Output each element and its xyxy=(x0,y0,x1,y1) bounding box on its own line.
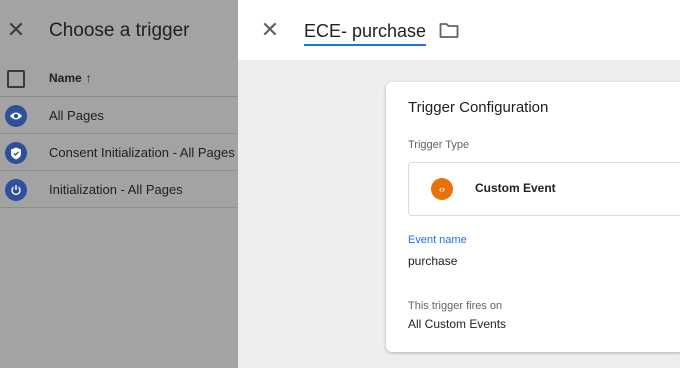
trigger-row-label: Consent Initialization - All Pages xyxy=(49,145,235,160)
trigger-row-label: Initialization - All Pages xyxy=(49,182,183,197)
event-name-value[interactable]: purchase xyxy=(408,254,457,268)
trigger-type-selector[interactable]: ‹› Custom Event xyxy=(408,162,680,216)
arrow-up-icon: ↑ xyxy=(85,71,92,85)
eye-icon xyxy=(5,105,27,127)
power-icon xyxy=(5,179,27,201)
trigger-chooser-panel: ✕ Choose a trigger Name ↑ All Pages Conse… xyxy=(0,0,238,368)
select-all-checkbox[interactable] xyxy=(7,70,25,88)
fires-on-label: This trigger fires on xyxy=(408,300,503,312)
shield-icon xyxy=(5,142,27,164)
trigger-row-initialization[interactable]: Initialization - All Pages xyxy=(0,171,238,208)
name-column-label: Name xyxy=(49,71,82,85)
close-icon[interactable]: ✕ xyxy=(260,19,280,41)
trigger-type-label: Trigger Type xyxy=(408,139,470,151)
fires-on-value[interactable]: All Custom Events xyxy=(408,317,506,331)
card-title: Trigger Configuration xyxy=(408,99,549,116)
trigger-editor-header: ✕ xyxy=(238,0,680,60)
event-name-label: Event name xyxy=(408,234,467,246)
code-icon: ‹› xyxy=(431,178,453,200)
close-icon[interactable]: ✕ xyxy=(6,19,26,41)
trigger-row-all-pages[interactable]: All Pages xyxy=(0,97,238,134)
trigger-chooser-header: ✕ Choose a trigger xyxy=(0,0,238,62)
trigger-type-value: Custom Event xyxy=(475,181,556,195)
name-column-header[interactable]: Name ↑ xyxy=(49,71,92,85)
trigger-table-header: Name ↑ xyxy=(0,62,238,97)
folder-icon[interactable] xyxy=(439,21,459,39)
trigger-editor-panel: ✕ Trigger Configuration Trigger Type ‹› … xyxy=(238,0,680,368)
trigger-name-input[interactable] xyxy=(304,18,426,46)
trigger-row-consent-initialization[interactable]: Consent Initialization - All Pages xyxy=(0,134,238,171)
trigger-configuration-card: Trigger Configuration Trigger Type ‹› Cu… xyxy=(386,82,680,352)
trigger-chooser-title: Choose a trigger xyxy=(49,20,190,41)
trigger-row-label: All Pages xyxy=(49,108,104,123)
